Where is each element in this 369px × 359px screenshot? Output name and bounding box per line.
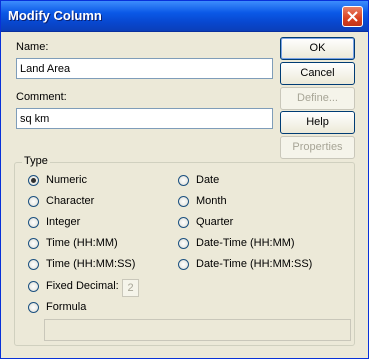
radio-icon	[28, 195, 39, 207]
radio-label: Date-Time (HH:MM)	[196, 237, 295, 249]
radio-label: Date-Time (HH:MM:SS)	[196, 258, 313, 270]
radio-label: Integer	[46, 216, 81, 228]
radio-integer[interactable]: Integer	[28, 216, 80, 228]
radio-label: Formula	[46, 301, 87, 313]
radio-fixed-decimal[interactable]: Fixed Decimal:	[28, 280, 119, 292]
radio-datetime-hhmm[interactable]: Date-Time (HH:MM)	[178, 237, 295, 249]
radio-date[interactable]: Date	[178, 174, 219, 186]
fixed-decimal-input[interactable]: 2	[122, 279, 139, 297]
radio-label: Month	[196, 195, 227, 207]
radio-label: Quarter	[196, 216, 234, 228]
radio-checked-icon	[28, 174, 39, 186]
radio-icon	[28, 258, 39, 270]
define-button[interactable]: Define...	[280, 87, 355, 110]
radio-label: Numeric	[46, 174, 87, 186]
radio-character[interactable]: Character	[28, 195, 94, 207]
radio-icon	[28, 280, 39, 292]
radio-label: Time (HH:MM)	[46, 237, 118, 249]
radio-formula[interactable]: Formula	[28, 301, 86, 313]
modify-column-dialog: Modify Column Name: Comment: OK Cancel D…	[0, 0, 369, 359]
radio-icon	[178, 216, 189, 228]
radio-icon	[178, 195, 189, 207]
cancel-button[interactable]: Cancel	[280, 62, 355, 85]
close-button[interactable]	[342, 6, 363, 27]
comment-input[interactable]	[16, 108, 273, 129]
type-group-title: Type	[22, 155, 50, 167]
radio-datetime-hhmmss[interactable]: Date-Time (HH:MM:SS)	[178, 258, 312, 270]
name-label: Name:	[16, 41, 49, 53]
radio-icon	[28, 237, 39, 249]
radio-quarter[interactable]: Quarter	[178, 216, 233, 228]
close-icon	[347, 11, 358, 22]
radio-label: Date	[196, 174, 220, 186]
radio-label: Time (HH:MM:SS)	[46, 258, 136, 270]
comment-label: Comment:	[16, 91, 67, 103]
radio-month[interactable]: Month	[178, 195, 227, 207]
radio-icon	[28, 301, 39, 313]
radio-icon	[178, 237, 189, 249]
radio-icon	[178, 258, 189, 270]
radio-time-hhmm[interactable]: Time (HH:MM)	[28, 237, 118, 249]
radio-icon	[178, 174, 189, 186]
radio-label: Character	[46, 195, 95, 207]
ok-button[interactable]: OK	[280, 37, 355, 60]
radio-icon	[28, 216, 39, 228]
radio-time-hhmmss[interactable]: Time (HH:MM:SS)	[28, 258, 135, 270]
title-bar[interactable]: Modify Column	[1, 1, 368, 32]
radio-label: Fixed Decimal:	[46, 280, 119, 292]
formula-input[interactable]	[44, 319, 351, 341]
radio-numeric[interactable]: Numeric	[28, 174, 87, 186]
properties-button[interactable]: Properties	[280, 136, 355, 159]
help-button[interactable]: Help	[280, 111, 355, 134]
name-input[interactable]	[16, 58, 273, 79]
dialog-title: Modify Column	[8, 8, 102, 23]
